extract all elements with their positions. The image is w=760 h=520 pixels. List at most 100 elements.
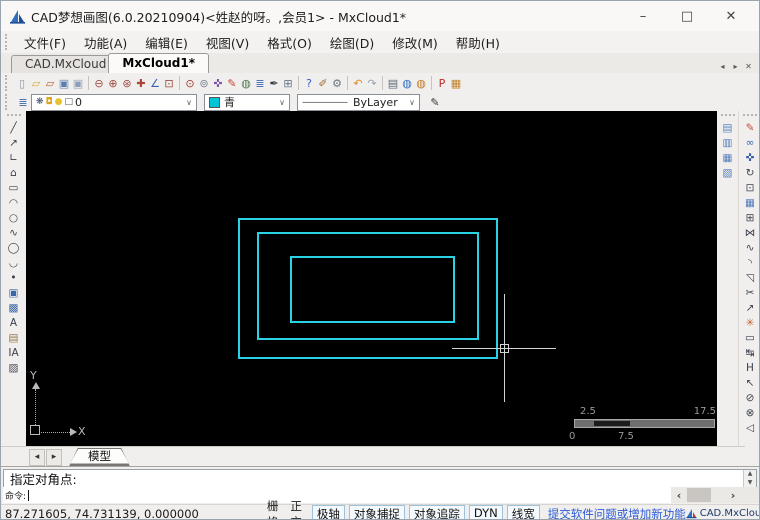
spline-tool-icon[interactable]: ∿ (3, 225, 25, 240)
nav-left-icon[interactable]: ‹ (671, 489, 687, 502)
globe-edit-icon[interactable]: ◍ (239, 75, 253, 92)
drawing-canvas[interactable]: Y X 2.5 17.5 0 7.5 (26, 111, 717, 446)
lengthen-tool-icon[interactable]: H (739, 360, 759, 375)
draw-order-below-icon[interactable]: ▧ (717, 165, 739, 180)
save-icon[interactable]: ▣ (57, 75, 71, 92)
pan-realtime-icon[interactable]: ✜ (211, 75, 225, 92)
zoom-dynamic-icon[interactable]: ⊙ (183, 75, 197, 92)
close-button[interactable]: ✕ (709, 3, 753, 29)
draw-pencil-icon[interactable]: ✎ (225, 75, 239, 92)
menu-edit[interactable]: 编辑(E) (136, 31, 197, 54)
block-insert-icon[interactable]: ▩ (3, 300, 25, 315)
polygon-tool-icon[interactable]: ⌂ (3, 165, 25, 180)
menu-view[interactable]: 视图(V) (197, 31, 258, 54)
web-globe-icon[interactable]: ◍ (400, 75, 414, 92)
polyline-tool-icon[interactable]: ∟ (3, 150, 25, 165)
scroll-up-icon[interactable]: ▲ (748, 470, 753, 478)
options-icon[interactable]: ⚙ (330, 75, 344, 92)
toggle-polar[interactable]: 极轴 (311, 504, 345, 519)
ellipse-arc-tool-icon[interactable]: ◡ (3, 255, 25, 270)
offset-tool-icon[interactable]: ∿ (739, 240, 759, 255)
chamfer-tool-icon[interactable]: ◹ (739, 270, 759, 285)
layer-list-icon[interactable]: ≣ (253, 75, 267, 92)
layout-scroll-right[interactable]: ▸ (46, 448, 62, 466)
match-properties-icon[interactable]: ✎ (427, 94, 443, 110)
toggle-ortho[interactable]: 正交 (284, 498, 308, 520)
hatch-tool-icon[interactable]: ▨ (3, 360, 25, 375)
fillet-tool-icon[interactable]: ◝ (739, 255, 759, 270)
layer-select[interactable]: ❋ ◘ ● □ 0 ∨ (31, 93, 197, 111)
zoom-previous-icon[interactable]: ∠ (148, 75, 162, 92)
extend-tool-icon[interactable]: ↗ (739, 300, 759, 315)
ellipse-tool-icon[interactable]: ◯ (3, 240, 25, 255)
minimize-button[interactable]: – (621, 3, 665, 29)
image-export-icon[interactable]: ▦ (449, 75, 463, 92)
open-file-icon[interactable]: ▱ (29, 75, 43, 92)
property-brush-icon[interactable]: ✒ (267, 75, 281, 92)
menu-file[interactable]: 文件(F) (15, 31, 75, 54)
zoom-window-icon[interactable]: ⊡ (162, 75, 176, 92)
tab-scroll-left-icon[interactable]: ◂ (716, 59, 729, 73)
format-brush-icon[interactable]: ✐ (316, 75, 330, 92)
arc-tool-icon[interactable]: ◠ (3, 195, 25, 210)
layer-on-icon[interactable]: ● (55, 97, 63, 107)
erase-tool-icon[interactable]: ✎ (739, 120, 759, 135)
mirror-tool-icon[interactable]: ⋈ (739, 225, 759, 240)
zoom-out-icon[interactable]: ⊖ (92, 75, 106, 92)
tab-scroll-right-icon[interactable]: ▸ (729, 59, 742, 73)
layers-manager-icon[interactable]: ≣ (15, 94, 31, 110)
draw-order-front-icon[interactable]: ▤ (717, 120, 739, 135)
chevron-down-icon[interactable]: ∨ (277, 98, 287, 107)
nav-scroll-thumb[interactable] (687, 488, 711, 502)
ray-tool-icon[interactable]: ↗ (3, 135, 25, 150)
named-view-icon[interactable]: ⊞ (281, 75, 295, 92)
divide-tool-icon[interactable]: ⊗ (739, 405, 759, 420)
regen-icon[interactable]: ⊚ (197, 75, 211, 92)
nav-right-icon[interactable]: › (725, 489, 741, 502)
zoom-extents-icon[interactable]: ⊛ (120, 75, 134, 92)
layout-scroll-left[interactable]: ◂ (29, 448, 45, 466)
draw-order-above-icon[interactable]: ▦ (717, 150, 739, 165)
array-tool-icon[interactable]: ⊞ (739, 210, 759, 225)
toggle-grid[interactable]: 栅格 (261, 498, 285, 520)
scroll-down-icon[interactable]: ▼ (748, 479, 753, 487)
layer-color-icon[interactable]: □ (65, 97, 74, 107)
region-tool-icon[interactable]: ▭ (739, 330, 759, 345)
tab-mxcloud1[interactable]: MxCloud1* (108, 53, 209, 73)
trim-tool-icon[interactable]: ✂ (739, 285, 759, 300)
save-as-icon[interactable]: ▣ (71, 75, 85, 92)
stamp-tool-icon[interactable]: ▦ (739, 195, 759, 210)
mtext-tool-icon[interactable]: ▤ (3, 330, 25, 345)
undo-icon[interactable]: ↶ (351, 75, 365, 92)
toggle-otrack[interactable]: 对象追踪 (408, 504, 465, 519)
cloud-globe-icon[interactable]: ◍ (414, 75, 428, 92)
toggle-lineweight[interactable]: 线宽 (506, 504, 540, 519)
menu-draw[interactable]: 绘图(D) (321, 31, 383, 54)
feedback-link[interactable]: 提交软件问题或增加新功能 (548, 506, 686, 520)
tab-cad-mxcloud[interactable]: CAD.MxCloud (11, 55, 121, 73)
pan-icon[interactable]: ✚ (134, 75, 148, 92)
point-tool-icon[interactable]: • (3, 270, 25, 285)
draw-order-back-icon[interactable]: ▥ (717, 135, 739, 150)
rotate-tool-icon[interactable]: ↻ (739, 165, 759, 180)
color-select[interactable]: 青 ∨ (204, 93, 290, 111)
tab-close-icon[interactable]: ✕ (742, 59, 755, 73)
rectangle-tool-icon[interactable]: ▭ (3, 180, 25, 195)
copy-tool-icon[interactable]: ∞ (739, 135, 759, 150)
line-tool-icon[interactable]: ╱ (3, 120, 25, 135)
layer-freeze-icon[interactable]: ❋ (36, 97, 44, 107)
command-history[interactable]: 指定对角点: ▲ ▼ (3, 469, 757, 488)
chevron-down-icon[interactable]: ∨ (184, 98, 194, 107)
print-icon[interactable]: ▤ (386, 75, 400, 92)
layer-lock-icon[interactable]: ◘ (46, 97, 53, 107)
menu-format[interactable]: 格式(O) (258, 31, 321, 54)
maximize-button[interactable]: □ (665, 3, 709, 29)
drawn-rectangle[interactable] (290, 256, 455, 323)
block-create-icon[interactable]: ▣ (3, 285, 25, 300)
chevron-down-icon[interactable]: ∨ (407, 98, 417, 107)
break-tool-icon[interactable]: ⊘ (739, 390, 759, 405)
scale-tool-icon[interactable]: ⊡ (739, 180, 759, 195)
menu-function[interactable]: 功能(A) (75, 31, 136, 54)
circle-tool-icon[interactable]: ○ (3, 210, 25, 225)
attribute-tool-icon[interactable]: IA (3, 345, 25, 360)
